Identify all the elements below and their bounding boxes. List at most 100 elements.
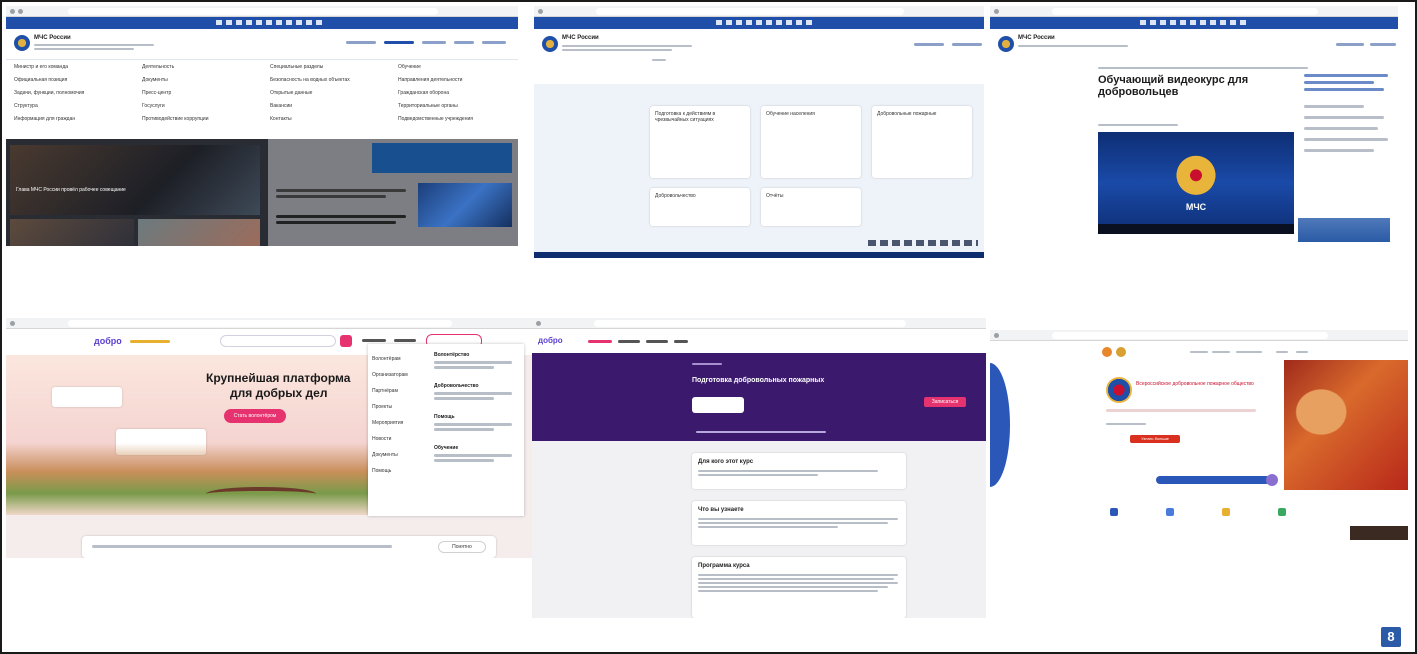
news-photo[interactable] (10, 219, 134, 246)
menu-item[interactable]: Документы (142, 77, 260, 83)
photo-thumb[interactable] (1350, 526, 1408, 540)
search-input[interactable] (1156, 476, 1270, 484)
screenshot-mchs-cards: МЧС России Подготовка к действиям в чрез… (534, 6, 984, 258)
section-heading: Программа курса (698, 563, 750, 569)
menu-item[interactable]: Открытые данные (270, 90, 388, 96)
menu-item[interactable]: Контакты (270, 116, 388, 122)
address-bar[interactable] (68, 320, 452, 327)
menu-item[interactable]: Обучение (398, 64, 516, 70)
screenshot-mchs-video: МЧС России Обучающий видеокурс для добро… (990, 6, 1398, 242)
window-button-icon[interactable] (10, 321, 15, 326)
video-thumb[interactable] (372, 143, 512, 173)
enroll-button[interactable]: Записаться (924, 397, 966, 407)
menu-item[interactable]: Информация для граждан (14, 116, 132, 122)
mega-menu: Министр и его команда Официальная позици… (6, 59, 518, 139)
news-area: Глава МЧС России провёл рабочее совещани… (6, 139, 518, 246)
info-card[interactable]: Обучение населения (761, 106, 861, 178)
menu-column: Обучение Направления деятельности Гражда… (398, 64, 516, 122)
menu-item[interactable]: Структура (14, 103, 132, 109)
menu-item[interactable]: Вакансии (270, 103, 388, 109)
window-button-icon[interactable] (538, 9, 543, 14)
video-controls[interactable] (1098, 224, 1294, 234)
window-button-icon[interactable] (994, 333, 999, 338)
window-button-icon[interactable] (10, 9, 15, 14)
dropdown-item[interactable]: Помощь (372, 468, 424, 474)
quick-link-icon[interactable] (1166, 508, 1174, 516)
section-heading: Что вы узнаете (698, 507, 744, 513)
menu-item[interactable]: Направления деятельности (398, 77, 516, 83)
mchs-emblem-icon (998, 36, 1014, 52)
dropdown-heading[interactable]: Волонтёрство (434, 352, 520, 358)
info-card[interactable]: Добровольчество (650, 188, 750, 226)
menu-item[interactable]: Пресс-центр (142, 90, 260, 96)
dropdown-item[interactable]: Организаторам (372, 372, 424, 378)
address-bar[interactable] (594, 320, 906, 327)
window-button-icon[interactable] (18, 9, 23, 14)
info-card[interactable]: Подготовка к действиям в чрезвычайных си… (650, 106, 750, 178)
sidebar-links (1304, 74, 1392, 160)
top-strip (534, 17, 984, 29)
menu-item[interactable]: Деятельность (142, 64, 260, 70)
bridge-illustration (206, 487, 316, 501)
video-thumb[interactable] (418, 183, 512, 227)
dropdown-heading[interactable]: Добровольчество (434, 383, 520, 389)
menu-item[interactable]: Подведомственные учреждения (398, 116, 516, 122)
dropdown-menu: Волонтёрам Организаторам Партнёрам Проек… (368, 344, 524, 516)
address-bar[interactable] (1052, 332, 1328, 339)
top-strip (6, 17, 518, 29)
primary-cta[interactable]: Узнать больше (1130, 435, 1180, 443)
dobro-logo[interactable]: добро (538, 336, 563, 345)
quick-link-icon[interactable] (1110, 508, 1118, 516)
address-bar[interactable] (596, 8, 904, 15)
dropdown-item[interactable]: Проекты (372, 404, 424, 410)
info-card[interactable]: Отчёты (761, 188, 861, 226)
breadcrumb[interactable] (1098, 67, 1308, 69)
window-button-icon[interactable] (536, 321, 541, 326)
address-bar[interactable] (1052, 8, 1318, 15)
sidebar-banner[interactable] (1298, 218, 1390, 242)
vdpo-logo-icon[interactable] (1102, 347, 1112, 357)
hero-blue-shape: Всероссийское добровольное пожарное обще… (990, 363, 1290, 487)
screenshot-mchs-menu: МЧС России Министр и его команда Официал… (6, 6, 518, 246)
video-player[interactable]: МЧС (1098, 132, 1294, 234)
site-title: МЧС России (562, 35, 599, 41)
news-list (268, 139, 518, 246)
browser-bar (6, 318, 532, 329)
course-section: Для кого этот курс (692, 453, 906, 489)
site-title: МЧС России (1018, 35, 1055, 41)
screenshot-dobro-course: добро Подготовка добровольных пожарных З… (532, 318, 986, 618)
dropdown-item[interactable]: Новости (372, 436, 424, 442)
menu-item[interactable]: Госуслуги (142, 103, 260, 109)
news-caption[interactable]: Глава МЧС России провёл рабочее совещани… (16, 187, 126, 193)
menu-item[interactable]: Министр и его команда (14, 64, 132, 70)
menu-item[interactable]: Территориальные органы (398, 103, 516, 109)
news-photo[interactable] (138, 219, 260, 246)
window-button-icon[interactable] (994, 9, 999, 14)
menu-item[interactable]: Специальные разделы (270, 64, 388, 70)
pagination[interactable] (868, 240, 978, 246)
search-input[interactable] (220, 335, 336, 347)
info-card[interactable]: Добровольные пожарные (872, 106, 972, 178)
menu-item[interactable]: Гражданская оборона (398, 90, 516, 96)
address-bar[interactable] (68, 8, 438, 15)
dropdown-heading[interactable]: Обучение (434, 445, 520, 451)
search-button[interactable] (1266, 474, 1278, 486)
menu-item[interactable]: Официальная позиция (14, 77, 132, 83)
search-button[interactable] (340, 335, 352, 347)
section-heading: Для кого этот курс (698, 459, 754, 465)
corner-badge[interactable]: 8 (1381, 627, 1401, 647)
menu-item[interactable]: Безопасность на водных объектах (270, 77, 388, 83)
quick-link-icon[interactable] (1278, 508, 1286, 516)
dropdown-item[interactable]: Мероприятия (372, 420, 424, 426)
hero-cta-button[interactable]: Стать волонтёром (224, 409, 286, 423)
menu-item[interactable]: Противодействие коррупции (142, 116, 260, 122)
news-photo[interactable] (10, 145, 260, 215)
dropdown-item[interactable]: Документы (372, 452, 424, 458)
dropdown-item[interactable]: Партнёрам (372, 388, 424, 394)
quick-link-icon[interactable] (1222, 508, 1230, 516)
dropdown-heading[interactable]: Помощь (434, 414, 520, 420)
dobro-logo[interactable]: добро (94, 336, 122, 346)
cookie-accept-button[interactable]: Понятно (438, 541, 486, 553)
menu-item[interactable]: Задачи, функции, полномочия (14, 90, 132, 96)
dropdown-item[interactable]: Волонтёрам (372, 356, 424, 362)
